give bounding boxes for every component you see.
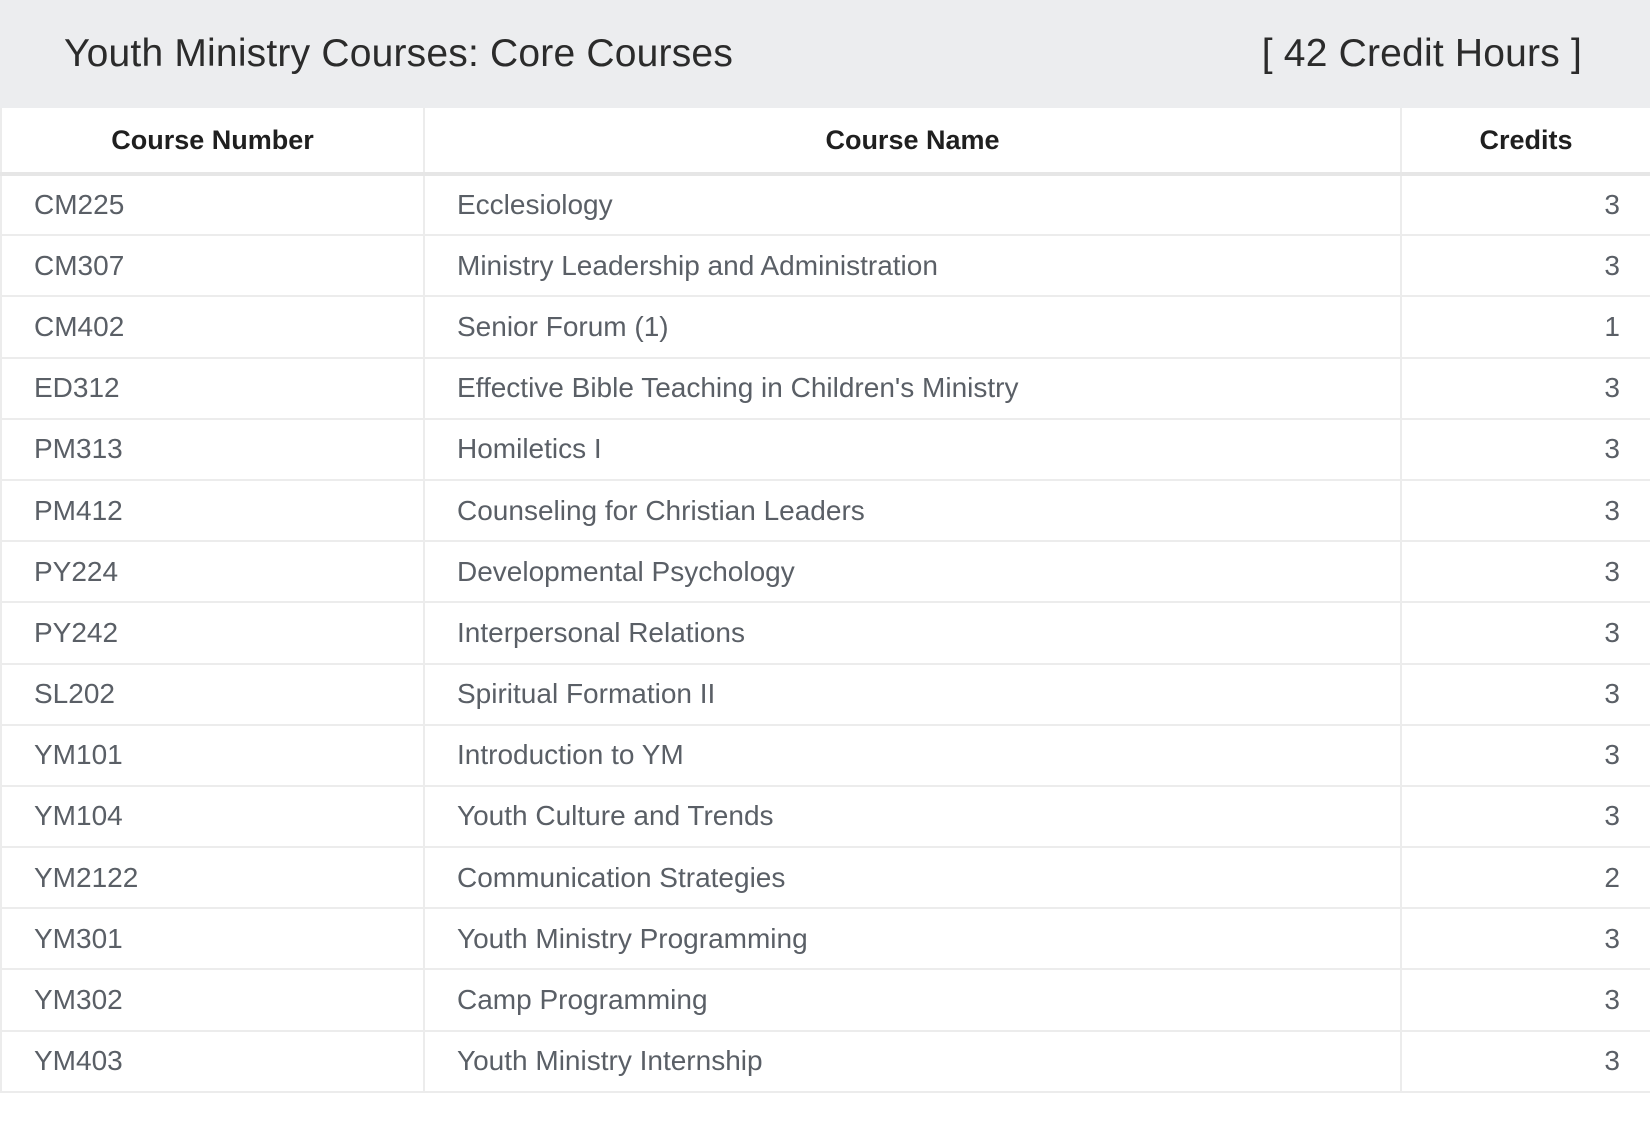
table-row: YM301 Youth Ministry Programming 3	[0, 907, 1650, 971]
table-row: PY242 Interpersonal Relations 3	[0, 601, 1650, 665]
credits-cell: 1	[1400, 295, 1650, 359]
course-number-cell: PY242	[0, 601, 425, 665]
credits-cell: 3	[1400, 968, 1650, 1032]
credits-cell: 3	[1400, 540, 1650, 604]
table-row: CM402 Senior Forum (1) 1	[0, 295, 1650, 359]
course-number-cell: YM101	[0, 723, 425, 787]
course-number-cell: PY224	[0, 540, 425, 604]
course-name-cell: Youth Ministry Programming	[423, 907, 1402, 971]
course-name-cell: Ministry Leadership and Administration	[423, 234, 1402, 298]
credits-cell: 3	[1400, 417, 1650, 481]
credits-cell: 3	[1400, 172, 1650, 237]
course-name-cell: Communication Strategies	[423, 846, 1402, 910]
column-header-course-name: Course Name	[423, 108, 1402, 176]
credits-cell: 2	[1400, 846, 1650, 910]
course-number-cell: CM307	[0, 234, 425, 298]
course-number-cell: YM403	[0, 1029, 425, 1093]
credits-cell: 3	[1400, 356, 1650, 420]
page-title: Youth Ministry Courses: Core Courses	[64, 32, 734, 75]
table-row: YM2122 Communication Strategies 2	[0, 846, 1650, 910]
table-header-bar: Youth Ministry Courses: Core Courses [ 4…	[0, 0, 1650, 108]
table-row: PM412 Counseling for Christian Leaders 3	[0, 478, 1650, 543]
table-row: YM403 Youth Ministry Internship 3	[0, 1029, 1650, 1093]
column-header-course-number: Course Number	[0, 108, 425, 176]
table-row: SL202 Spiritual Formation II 3	[0, 662, 1650, 726]
course-number-cell: CM402	[0, 295, 425, 359]
credits-cell: 3	[1400, 723, 1650, 787]
course-name-cell: Youth Culture and Trends	[423, 784, 1402, 849]
course-name-cell: Counseling for Christian Leaders	[423, 478, 1402, 543]
credits-cell: 3	[1400, 662, 1650, 726]
course-name-cell: Interpersonal Relations	[423, 601, 1402, 665]
course-name-cell: Ecclesiology	[423, 172, 1402, 237]
course-number-cell: PM313	[0, 417, 425, 481]
course-number-cell: YM301	[0, 907, 425, 971]
table-row: PY224 Developmental Psychology 3	[0, 540, 1650, 604]
credits-cell: 3	[1400, 601, 1650, 665]
course-name-cell: Senior Forum (1)	[423, 295, 1402, 359]
credits-cell: 3	[1400, 234, 1650, 298]
course-name-cell: Effective Bible Teaching in Children's M…	[423, 356, 1402, 420]
table-row: CM307 Ministry Leadership and Administra…	[0, 234, 1650, 298]
course-table-page: Youth Ministry Courses: Core Courses [ 4…	[0, 0, 1650, 1123]
credits-cell: 3	[1400, 907, 1650, 971]
course-number-cell: SL202	[0, 662, 425, 726]
table-header-row: Course Number Course Name Credits	[0, 108, 1650, 176]
table-row: YM104 Youth Culture and Trends 3	[0, 784, 1650, 849]
course-name-cell: Introduction to YM	[423, 723, 1402, 787]
course-number-cell: YM302	[0, 968, 425, 1032]
table-row: ED312 Effective Bible Teaching in Childr…	[0, 356, 1650, 420]
course-name-cell: Youth Ministry Internship	[423, 1029, 1402, 1093]
table-row: YM302 Camp Programming 3	[0, 968, 1650, 1032]
credits-cell: 3	[1400, 478, 1650, 543]
credits-cell: 3	[1400, 1029, 1650, 1093]
course-number-cell: YM2122	[0, 846, 425, 910]
table-row: YM101 Introduction to YM 3	[0, 723, 1650, 787]
course-name-cell: Spiritual Formation II	[423, 662, 1402, 726]
credits-cell: 3	[1400, 784, 1650, 849]
course-name-cell: Camp Programming	[423, 968, 1402, 1032]
table-row: PM313 Homiletics I 3	[0, 417, 1650, 481]
table-row: CM225 Ecclesiology 3	[0, 172, 1650, 237]
course-number-cell: PM412	[0, 478, 425, 543]
courses-table: Course Number Course Name Credits CM225 …	[0, 108, 1650, 1093]
course-number-cell: ED312	[0, 356, 425, 420]
course-name-cell: Developmental Psychology	[423, 540, 1402, 604]
credit-hours-total: [ 42 Credit Hours ]	[1261, 32, 1582, 75]
course-number-cell: CM225	[0, 172, 425, 237]
course-number-cell: YM104	[0, 784, 425, 849]
column-header-credits: Credits	[1400, 108, 1650, 176]
course-name-cell: Homiletics I	[423, 417, 1402, 481]
